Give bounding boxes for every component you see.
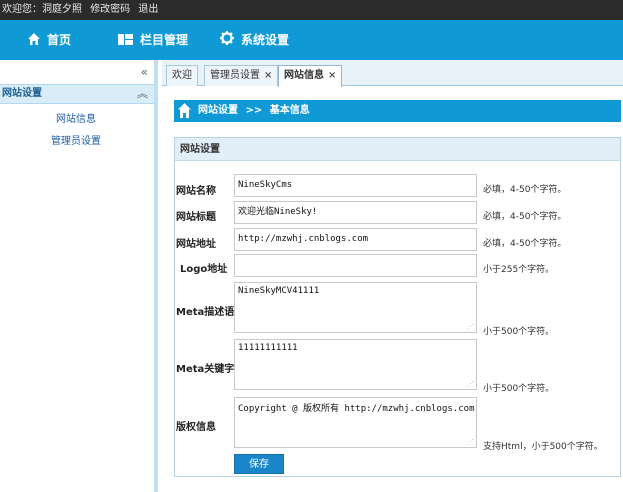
tab-welcome[interactable]: 欢迎 bbox=[166, 65, 198, 86]
meta-description-hint: 小于500个字符。 bbox=[483, 327, 555, 337]
nav-system-settings[interactable]: 系统设置 bbox=[220, 20, 289, 60]
main-content: 网站设置 >> 基本信息 网站设置 网站名称 NineSkyCms 必填，4-5… bbox=[162, 87, 623, 492]
sidebar: « 网站设置 ︽ 网站信息 管理员设置 bbox=[0, 60, 158, 492]
resize-grip-icon[interactable]: ⋰ bbox=[467, 438, 474, 446]
resize-grip-icon[interactable]: ⋰ bbox=[467, 323, 474, 331]
main-nav: 首页 栏目管理 系统设置 bbox=[0, 20, 623, 60]
copyright-value: Copyright @ 版权所有 http://mzwhj.cnblogs.co… bbox=[238, 404, 475, 414]
site-title-input[interactable]: 欢迎光临NineSky! bbox=[234, 201, 477, 224]
logo-url-hint: 小于255个字符。 bbox=[483, 265, 555, 275]
resize-grip-icon[interactable]: ⋰ bbox=[467, 380, 474, 388]
meta-description-value: NineSkyMCV41111 bbox=[238, 286, 320, 296]
site-url-input[interactable]: http://mzwhj.cnblogs.com bbox=[234, 228, 477, 251]
nav-system-settings-label: 系统设置 bbox=[241, 33, 290, 47]
gear-icon bbox=[220, 21, 234, 61]
site-name-input[interactable]: NineSkyCms bbox=[234, 174, 477, 197]
logo-url-label: Logo地址 bbox=[180, 264, 228, 275]
logo-url-input[interactable] bbox=[234, 254, 477, 277]
meta-keywords-label: Meta关键字 bbox=[176, 364, 235, 375]
panel-title: 网站设置 bbox=[175, 138, 620, 161]
user-bar: 欢迎您：洞庭夕照 修改密码 退出 bbox=[0, 0, 623, 20]
welcome-text: 欢迎您：洞庭夕照 bbox=[2, 4, 82, 15]
site-name-hint: 必填，4-50个字符。 bbox=[483, 185, 567, 195]
nav-column-manage-label: 栏目管理 bbox=[140, 33, 189, 47]
breadcrumb-page: 基本信息 bbox=[269, 105, 310, 116]
site-title-hint: 必填，4-50个字符。 bbox=[483, 212, 567, 222]
breadcrumb: 网站设置 >> 基本信息 bbox=[174, 100, 621, 122]
sidebar-group-site-settings[interactable]: 网站设置 ︽ bbox=[0, 84, 154, 104]
sidebar-item-admin-settings[interactable]: 管理员设置 bbox=[51, 132, 101, 147]
logout-link[interactable]: 退出 bbox=[138, 4, 158, 15]
save-button[interactable]: 保存 bbox=[234, 454, 284, 474]
meta-description-label: Meta描述语 bbox=[176, 307, 235, 318]
nav-home[interactable]: 首页 bbox=[28, 20, 71, 60]
tab-welcome-label: 欢迎 bbox=[172, 70, 192, 81]
meta-keywords-textarea[interactable]: 11111111111 ⋰ bbox=[234, 339, 477, 390]
close-icon[interactable]: × bbox=[328, 70, 336, 81]
sidebar-collapse-icon[interactable]: « bbox=[141, 65, 148, 79]
nav-home-label: 首页 bbox=[47, 33, 72, 47]
site-name-label: 网站名称 bbox=[176, 186, 216, 197]
breadcrumb-section: 网站设置 bbox=[198, 105, 238, 116]
settings-panel: 网站设置 网站名称 NineSkyCms 必填，4-50个字符。 网站标题 欢迎… bbox=[174, 137, 621, 477]
meta-keywords-hint: 小于500个字符。 bbox=[483, 384, 555, 394]
site-url-label: 网站地址 bbox=[176, 239, 216, 250]
tab-admin-settings-label: 管理员设置 bbox=[210, 70, 260, 81]
tab-site-info[interactable]: 网站信息 × bbox=[278, 65, 343, 87]
chevron-up-icon: ︽ bbox=[137, 87, 148, 100]
copyright-hint: 支持Html，小于500个字符。 bbox=[483, 442, 603, 452]
home-icon bbox=[178, 103, 191, 127]
tab-admin-settings[interactable]: 管理员设置 × bbox=[204, 65, 279, 86]
tab-strip: 欢迎 管理员设置 × 网站信息 × bbox=[162, 60, 623, 87]
sidebar-item-site-info[interactable]: 网站信息 bbox=[56, 110, 96, 125]
meta-description-textarea[interactable]: NineSkyMCV41111 ⋰ bbox=[234, 282, 477, 333]
site-title-label: 网站标题 bbox=[176, 212, 216, 223]
copyright-textarea[interactable]: Copyright @ 版权所有 http://mzwhj.cnblogs.co… bbox=[234, 397, 477, 448]
nav-column-manage[interactable]: 栏目管理 bbox=[118, 20, 188, 60]
home-icon bbox=[28, 21, 40, 61]
grid-icon bbox=[118, 21, 133, 61]
meta-keywords-value: 11111111111 bbox=[238, 343, 298, 353]
change-password-link[interactable]: 修改密码 bbox=[90, 4, 130, 15]
sidebar-group-title: 网站设置 bbox=[2, 88, 42, 99]
close-icon[interactable]: × bbox=[264, 70, 272, 81]
site-url-hint: 必填，4-50个字符。 bbox=[483, 239, 567, 249]
copyright-label: 版权信息 bbox=[176, 422, 216, 433]
breadcrumb-separator: >> bbox=[245, 105, 263, 116]
tab-site-info-label: 网站信息 bbox=[284, 70, 324, 81]
